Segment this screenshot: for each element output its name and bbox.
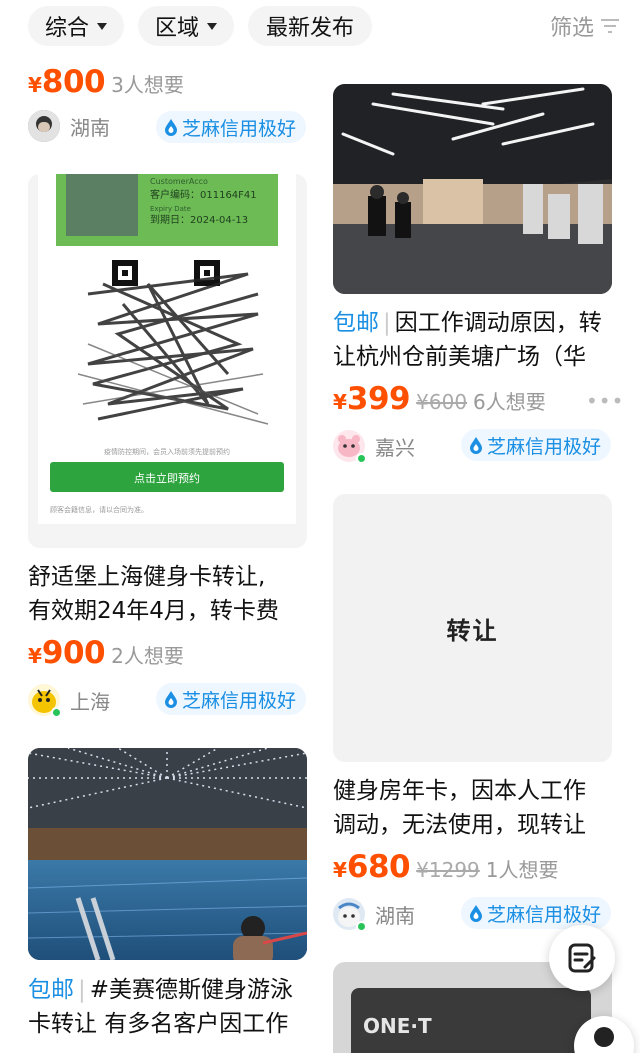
want-count: 6人想要 [473, 390, 546, 414]
credit-badge-text: 芝麻信用极好 [487, 903, 602, 926]
title-line: 健身房年卡，因本人工作 [333, 778, 586, 804]
booking-button-text: 点击立即预约 [134, 471, 200, 485]
seller-city: 嘉兴 [375, 435, 415, 460]
product-image[interactable]: CustomerAcco 客户编码：011164F41 Expiry Date … [28, 174, 307, 548]
original-price: ¥600 [416, 390, 468, 414]
avatar[interactable] [28, 684, 62, 718]
sesame-credit-icon [470, 437, 482, 454]
image-caption: ONE·T [363, 1014, 432, 1038]
title-line: 因工作调动原因，转 [394, 310, 602, 336]
price: 680 [346, 849, 411, 885]
credit-badge-text: 芝麻信用极好 [182, 689, 297, 712]
want-count: 2人想要 [111, 644, 184, 668]
original-price: ¥1299 [416, 858, 480, 882]
filter-button[interactable]: 筛选 [550, 10, 620, 42]
product-title: 包邮 | 因工作调动原因，转 让杭州仓前美塘广场（华 [333, 306, 623, 374]
more-options-icon[interactable]: ••• [586, 389, 624, 413]
sesame-credit-icon [165, 691, 177, 708]
price: 399 [346, 381, 411, 417]
title-line: 卡转让 有多名客户因工作 [28, 1011, 289, 1037]
chevron-down-icon [97, 22, 107, 30]
credit-badge: 芝麻信用极好 [156, 111, 307, 143]
product-title: 舒适堡上海健身卡转让, 有效期24年4月，转卡费 [28, 560, 308, 628]
credit-badge: 芝麻信用极好 [461, 429, 612, 461]
booking-notice: 疫情防控期间，会员入场前须先提前预约 [104, 447, 230, 456]
sesame-credit-icon [470, 905, 482, 922]
product-title: 包邮 | #美赛德斯健身游泳 卡转让 有多名客户因工作 [28, 973, 318, 1041]
currency-symbol: ¥ [333, 390, 347, 414]
title-line: 让杭州仓前美塘广场（华 [333, 344, 586, 370]
credit-badge: 芝麻信用极好 [461, 897, 612, 929]
price-row: ¥ 900 2人想要 [28, 635, 184, 671]
seller-row: 上海 [28, 684, 110, 718]
credit-badge: 芝麻信用极好 [156, 683, 307, 715]
region-label: 区域 [154, 16, 199, 41]
region-dropdown[interactable]: 区域 [138, 6, 234, 46]
member-card-label: CustomerAcco [150, 177, 208, 186]
price-row: ¥ 399 ¥600 6人想要 [333, 381, 546, 417]
sort-label: 综合 [44, 16, 89, 41]
filter-icon [601, 19, 619, 33]
product-image[interactable] [28, 748, 307, 960]
seller-row: 嘉兴 [333, 430, 415, 464]
credit-badge-text: 芝麻信用极好 [487, 435, 602, 458]
avatar[interactable] [333, 898, 367, 932]
latest-label: 最新发布 [265, 16, 354, 41]
online-indicator [356, 921, 367, 932]
free-shipping-tag: 包邮 [333, 310, 379, 336]
want-count: 1人想要 [485, 858, 559, 882]
expiry-date: 到期日：2024-04-13 [150, 214, 248, 226]
seller-city: 湖南 [375, 903, 415, 928]
want-count: 3人想要 [111, 73, 184, 97]
currency-symbol: ¥ [28, 644, 42, 668]
online-indicator [356, 453, 367, 464]
expiry-label-en: Expiry Date [150, 205, 191, 213]
title-line: #美赛德斯健身游泳 [89, 977, 294, 1003]
chevron-down-icon [207, 22, 217, 30]
seller-city: 上海 [70, 689, 110, 714]
image-caption: 转让 [446, 616, 499, 645]
avatar[interactable] [333, 430, 367, 464]
seller-row: 湖南 [28, 110, 110, 142]
chat-icon [594, 1027, 614, 1047]
edit-note-icon [568, 943, 596, 973]
publish-button[interactable] [549, 925, 615, 991]
seller-city: 湖南 [70, 115, 110, 140]
sort-dropdown[interactable]: 综合 [28, 6, 124, 46]
customer-code: 客户编码：011164F41 [150, 188, 257, 201]
latest-tab[interactable]: 最新发布 [248, 6, 372, 46]
price-row: ¥ 680 ¥1299 1人想要 [333, 849, 559, 885]
title-line: 有效期24年4月，转卡费 [28, 598, 279, 624]
seller-row: 湖南 [333, 898, 415, 932]
card-footer-text: 顾客会籍信息，请以合同为准。 [50, 505, 148, 514]
price: 800 [41, 64, 106, 100]
price-row: ¥ 800 3人想要 [28, 64, 184, 100]
product-image[interactable] [333, 84, 612, 294]
currency-symbol: ¥ [28, 73, 42, 97]
filter-bar: 综合 区域 最新发布 筛选 [0, 0, 640, 54]
avatar[interactable] [28, 110, 60, 142]
online-indicator [51, 707, 62, 718]
title-line: 舒适堡上海健身卡转让, [28, 564, 266, 590]
price: 900 [41, 635, 106, 671]
sesame-credit-icon [165, 119, 177, 136]
product-image[interactable]: 转让 [333, 494, 612, 762]
product-title: 健身房年卡，因本人工作 调动，无法使用，现转让 [333, 774, 623, 842]
title-line: 调动，无法使用，现转让 [333, 812, 586, 838]
free-shipping-tag: 包邮 [28, 977, 74, 1003]
credit-badge-text: 芝麻信用极好 [182, 117, 297, 140]
filter-label: 筛选 [549, 16, 594, 41]
currency-symbol: ¥ [333, 858, 347, 882]
